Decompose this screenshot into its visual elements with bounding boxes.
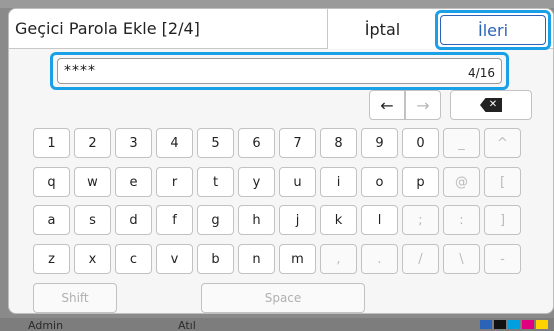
key: ]: [484, 205, 521, 235]
password-field-focus-ring: **** 4/16: [50, 52, 509, 90]
character-counter: 4/16: [468, 66, 495, 80]
key[interactable]: u: [279, 167, 316, 197]
key[interactable]: 8: [320, 128, 357, 158]
key[interactable]: w: [74, 167, 111, 197]
key[interactable]: s: [74, 205, 111, 235]
key[interactable]: p: [402, 167, 439, 197]
key[interactable]: 4: [156, 128, 193, 158]
key[interactable]: j: [279, 205, 316, 235]
ink-swatch: [494, 320, 506, 329]
key: -: [484, 244, 521, 274]
key[interactable]: q: [33, 167, 70, 197]
key[interactable]: t: [197, 167, 234, 197]
key[interactable]: 9: [361, 128, 398, 158]
ink-swatch: [480, 320, 492, 329]
next-button[interactable]: İleri: [440, 15, 546, 45]
key[interactable]: b: [197, 244, 234, 274]
key[interactable]: 7: [279, 128, 316, 158]
key[interactable]: 5: [197, 128, 234, 158]
cursor-right-button[interactable]: →: [405, 90, 441, 120]
background-user-label: Admin: [28, 319, 64, 331]
key[interactable]: z: [33, 244, 70, 274]
key[interactable]: n: [238, 244, 275, 274]
shift-key[interactable]: Shift: [33, 283, 117, 313]
key[interactable]: m: [279, 244, 316, 274]
temp-password-dialog: Geçici Parola Ekle [2/4] İptal İleri ***…: [8, 8, 554, 314]
key[interactable]: g: [197, 205, 234, 235]
arrow-left-icon: ←: [380, 95, 394, 115]
background-top: [0, 0, 554, 8]
space-key[interactable]: Space: [201, 283, 365, 313]
key[interactable]: 2: [74, 128, 111, 158]
ink-swatch: [536, 320, 548, 329]
key[interactable]: c: [115, 244, 152, 274]
next-button-focus-ring: İleri: [435, 10, 551, 50]
key[interactable]: 0: [402, 128, 439, 158]
arrow-right-icon: →: [416, 95, 430, 115]
key: ^: [484, 128, 521, 158]
key: \: [443, 244, 480, 274]
key[interactable]: v: [156, 244, 193, 274]
ink-level-indicator: [480, 320, 548, 329]
background-status-bar: Admin Atıl: [0, 318, 554, 331]
backspace-button[interactable]: ✕: [450, 90, 532, 120]
password-field[interactable]: **** 4/16: [57, 58, 502, 84]
dialog-title: Geçici Parola Ekle [2/4]: [15, 19, 200, 38]
key: ,: [320, 244, 357, 274]
key[interactable]: 3: [115, 128, 152, 158]
key: .: [361, 244, 398, 274]
key[interactable]: d: [115, 205, 152, 235]
ink-swatch: [508, 320, 520, 329]
key[interactable]: o: [361, 167, 398, 197]
key[interactable]: f: [156, 205, 193, 235]
cursor-left-button[interactable]: ←: [369, 90, 405, 120]
key: _: [443, 128, 480, 158]
key[interactable]: l: [361, 205, 398, 235]
key: ;: [402, 205, 439, 235]
key: :: [443, 205, 480, 235]
key[interactable]: 1: [33, 128, 70, 158]
backspace-icon: ✕: [480, 98, 502, 112]
key: /: [402, 244, 439, 274]
ink-swatch: [522, 320, 534, 329]
key[interactable]: i: [320, 167, 357, 197]
background-state-label: Atıl: [178, 319, 196, 331]
key: @: [443, 167, 480, 197]
key[interactable]: y: [238, 167, 275, 197]
key[interactable]: k: [320, 205, 357, 235]
key[interactable]: e: [115, 167, 152, 197]
key: [: [484, 167, 521, 197]
key[interactable]: x: [74, 244, 111, 274]
key[interactable]: 6: [238, 128, 275, 158]
dialog-header: Geçici Parola Ekle [2/4] İptal İleri: [9, 9, 553, 50]
key[interactable]: h: [238, 205, 275, 235]
cancel-button[interactable]: İptal: [327, 9, 437, 49]
key[interactable]: r: [156, 167, 193, 197]
key[interactable]: a: [33, 205, 70, 235]
password-value: ****: [64, 63, 96, 79]
